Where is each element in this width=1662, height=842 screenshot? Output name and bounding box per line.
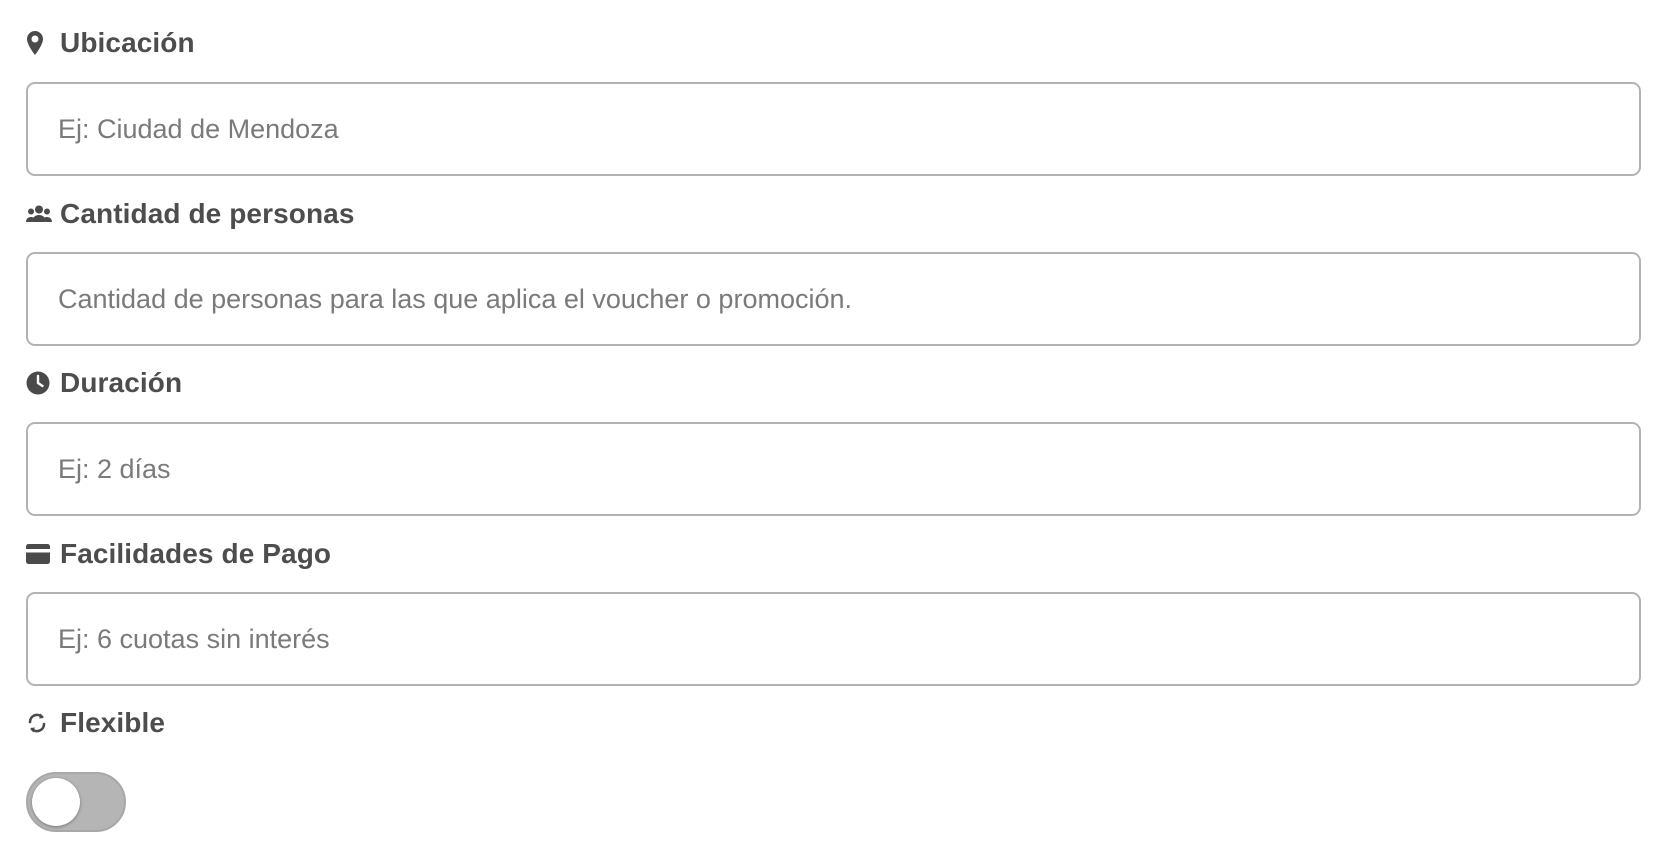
location-label: Ubicación (26, 26, 1641, 60)
location-pin-icon (26, 30, 52, 56)
duration-label-text: Duración (60, 367, 183, 398)
duration-field: Duración (26, 366, 1641, 516)
flexible-field: Flexible (26, 706, 1641, 832)
payment-facilities-input[interactable] (26, 592, 1641, 686)
flexible-label: Flexible (26, 706, 1641, 740)
duration-input[interactable] (26, 422, 1641, 516)
flexible-label-text: Flexible (60, 707, 166, 738)
people-count-label: Cantidad de personas (26, 197, 1641, 231)
payment-facilities-field: Facilidades de Pago (26, 537, 1641, 686)
sync-icon (26, 710, 52, 736)
payment-facilities-label: Facilidades de Pago (26, 537, 1641, 571)
location-label-text: Ubicación (60, 27, 195, 58)
people-count-field: Cantidad de personas (26, 197, 1641, 346)
credit-card-icon (26, 541, 52, 567)
people-count-label-text: Cantidad de personas (60, 198, 355, 229)
payment-facilities-label-text: Facilidades de Pago (60, 538, 332, 569)
location-field: Ubicación (26, 26, 1641, 176)
location-input[interactable] (26, 82, 1641, 176)
duration-label: Duración (26, 366, 1641, 400)
toggle-knob (32, 778, 80, 826)
people-count-input[interactable] (26, 252, 1641, 346)
clock-icon (26, 370, 52, 396)
voucher-details-form: Ubicación Cantidad de personas (0, 0, 1662, 842)
people-icon (26, 201, 52, 227)
flexible-toggle[interactable] (26, 772, 126, 832)
